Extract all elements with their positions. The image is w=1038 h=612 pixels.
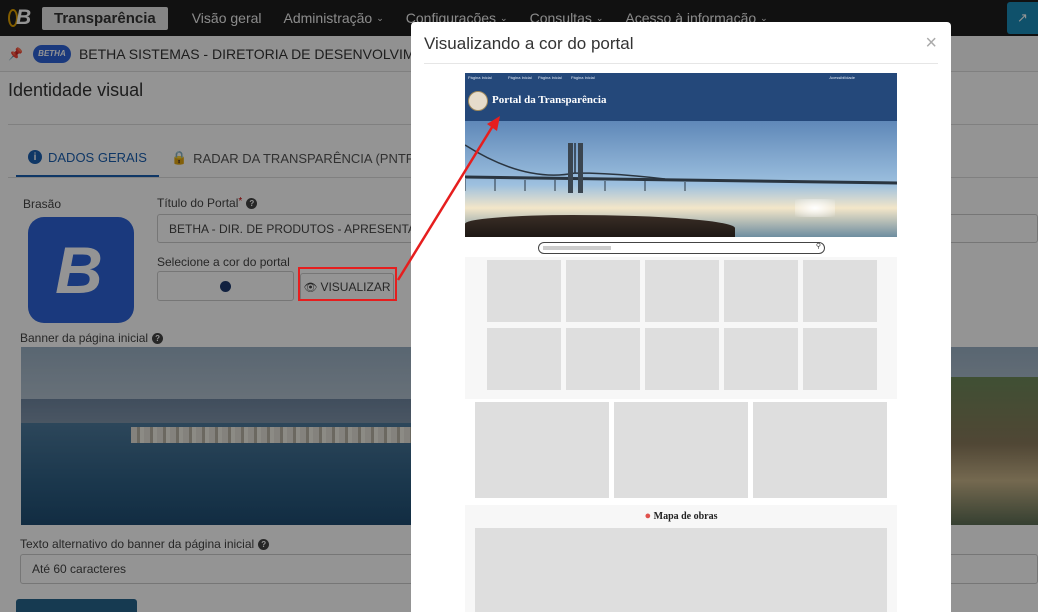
preview-accessibility: Acessibilidade (829, 75, 855, 80)
close-icon[interactable]: × (925, 32, 937, 55)
preview-tile (724, 328, 798, 390)
preview-card (753, 402, 887, 498)
preview-map (475, 528, 887, 612)
preview-tile (487, 260, 561, 322)
modal-title: Visualizando a cor do portal (424, 34, 634, 53)
preview-tile (645, 328, 719, 390)
visualize-highlight (298, 267, 397, 301)
preview-tile (566, 260, 640, 322)
preview-tile (645, 260, 719, 322)
preview-tile (803, 260, 877, 322)
preview-top-link: Página Inicial (508, 75, 532, 80)
preview-portal-title: Portal da Transparência (492, 94, 607, 106)
preview-top-link: Página Inicial (468, 75, 492, 80)
map-pin-icon: ● (644, 510, 652, 522)
preview-banner (465, 121, 897, 237)
preview-tile (724, 260, 798, 322)
preview-map-title: ● Mapa de obras (465, 510, 897, 522)
preview-tile (803, 328, 877, 390)
search-icon: ⚲ (815, 243, 821, 250)
preview-top-link: Página Inicial (538, 75, 562, 80)
preview-tile (487, 328, 561, 390)
preview-crest-icon (468, 91, 488, 111)
bridge-illustration (465, 143, 897, 193)
preview-card (475, 402, 609, 498)
preview-top-link: Página Inicial (571, 75, 595, 80)
modal-header-divider (424, 63, 938, 64)
preview-map-title-text: Mapa de obras (653, 511, 718, 522)
preview-header: Página Inicial Página Inicial Página Ini… (465, 73, 897, 121)
color-preview-modal: Visualizando a cor do portal × Página In… (411, 22, 951, 612)
preview-search-bar: ⚲ (538, 242, 825, 254)
preview-card (614, 402, 748, 498)
preview-tile (566, 328, 640, 390)
portal-preview: Página Inicial Página Inicial Página Ini… (465, 73, 897, 612)
preview-shortcuts (465, 257, 897, 399)
